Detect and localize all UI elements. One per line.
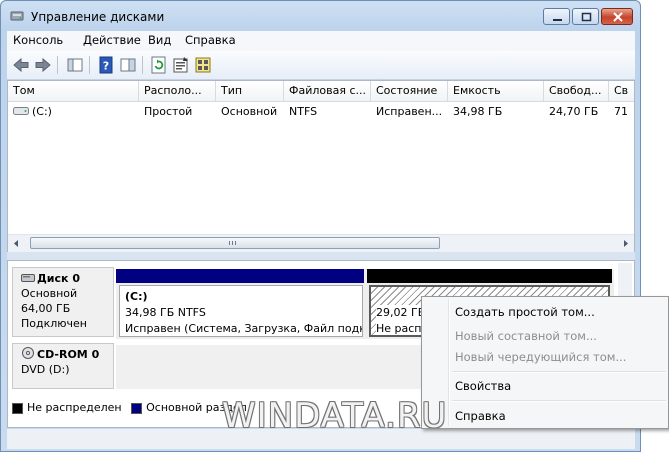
cell-free-space: 24,70 ГБ bbox=[549, 105, 599, 118]
window-title: Управление дисками bbox=[31, 10, 165, 24]
help-button[interactable]: ? bbox=[96, 55, 116, 75]
column-header-free-space[interactable]: Свобод... bbox=[544, 81, 609, 101]
menu-item-properties[interactable]: Свойства bbox=[455, 376, 511, 396]
unallocated-bar bbox=[367, 269, 612, 283]
cell-free-percent: 71 bbox=[614, 105, 628, 118]
help-icon: ? bbox=[99, 56, 113, 74]
cell-layout: Простой bbox=[144, 105, 193, 118]
show-console-tree-button[interactable] bbox=[65, 55, 85, 75]
disk-0-size: 64,00 ГБ bbox=[21, 302, 71, 315]
menu-item-new-simple-volume[interactable]: Создать простой том... bbox=[455, 302, 595, 322]
watermark: WINDATA.RU bbox=[222, 396, 448, 436]
menu-item-new-striped-volume[interactable]: Новый чередующийся том... bbox=[455, 347, 626, 367]
cell-status: Исправен... bbox=[376, 105, 443, 118]
disk-management-app-icon bbox=[10, 11, 24, 21]
column-header-volume[interactable]: Том bbox=[8, 81, 139, 101]
refresh-button[interactable] bbox=[149, 55, 169, 75]
legend-item-unallocated: Не распределен bbox=[12, 401, 122, 414]
maximize-button[interactable] bbox=[572, 8, 599, 25]
cell-capacity: 34,98 ГБ bbox=[453, 105, 503, 118]
menu-console[interactable]: Консоль bbox=[11, 33, 65, 47]
svg-text:?: ? bbox=[103, 60, 109, 73]
cdrom-0-name: CD-ROM 0 bbox=[37, 348, 100, 361]
column-header-layout[interactable]: Располо... bbox=[139, 81, 216, 101]
column-header-type[interactable]: Тип bbox=[216, 81, 284, 101]
back-arrow-icon bbox=[13, 57, 29, 73]
grip-icon bbox=[229, 241, 236, 245]
disk-icon bbox=[21, 274, 35, 282]
legend: Не распределен Основной раздел bbox=[12, 399, 247, 417]
scroll-right-icon[interactable] bbox=[617, 235, 634, 252]
minimize-button[interactable] bbox=[543, 8, 570, 25]
scrollbar-thumb[interactable] bbox=[30, 237, 440, 249]
context-menu-gutter bbox=[448, 299, 450, 426]
cell-volume-name: (C:) bbox=[32, 105, 52, 118]
maximize-icon bbox=[581, 12, 592, 22]
details-pane-icon bbox=[120, 58, 136, 72]
properties-icon bbox=[173, 57, 188, 73]
forward-arrow-icon bbox=[35, 57, 51, 73]
volume-c-detail: 34,98 ГБ NTFS bbox=[125, 306, 206, 319]
show-details-pane-button[interactable] bbox=[118, 55, 138, 75]
menu-view[interactable]: Вид bbox=[146, 33, 173, 47]
column-header-filesystem[interactable]: Файловая с... bbox=[284, 81, 371, 101]
context-menu-separator bbox=[452, 371, 666, 373]
volume-c-box[interactable]: (C:) 34,98 ГБ NTFS Исправен (Система, За… bbox=[119, 285, 363, 337]
column-header-capacity[interactable]: Емкость bbox=[448, 81, 544, 101]
cell-type: Основной bbox=[221, 105, 278, 118]
disk-0-kind: Основной bbox=[21, 287, 78, 300]
column-header-status[interactable]: Состояние bbox=[371, 81, 448, 101]
column-header-free-percent[interactable]: Св bbox=[609, 81, 634, 101]
close-icon bbox=[613, 12, 623, 22]
menu-item-help[interactable]: Справка bbox=[455, 406, 506, 426]
toolbar-separator bbox=[57, 56, 58, 74]
refresh-icon bbox=[151, 56, 166, 74]
cdrom-0-label[interactable]: CD-ROM 0 DVD (D:) bbox=[12, 343, 114, 389]
cell-filesystem: NTFS bbox=[289, 105, 318, 118]
menu-item-new-spanned-volume[interactable]: Новый составной том... bbox=[455, 326, 597, 346]
toolbar-separator bbox=[142, 56, 143, 74]
cdrom-0-kind: DVD (D:) bbox=[21, 363, 70, 376]
scroll-left-icon[interactable] bbox=[8, 235, 25, 252]
legend-label-unallocated: Не распределен bbox=[27, 401, 122, 414]
toolbar-separator bbox=[89, 56, 90, 74]
volume-c-bar bbox=[116, 269, 364, 283]
minimize-icon bbox=[553, 19, 562, 21]
menu-action[interactable]: Действие bbox=[81, 33, 143, 47]
drive-icon bbox=[13, 107, 29, 115]
properties-button[interactable] bbox=[171, 55, 191, 75]
cell-volume: (C:) bbox=[8, 103, 139, 121]
context-menu-separator bbox=[452, 400, 666, 402]
forward-button[interactable] bbox=[33, 55, 53, 75]
volume-c-label: (C:) bbox=[125, 290, 148, 303]
volume-list: Том Располо... Тип Файловая с... Состоян… bbox=[7, 80, 635, 252]
back-button[interactable] bbox=[11, 55, 31, 75]
rescan-disks-icon bbox=[195, 57, 211, 73]
cdrom-icon bbox=[22, 347, 34, 359]
volume-c-status: Исправен (Система, Загрузка, Файл подкач… bbox=[125, 322, 362, 335]
close-button[interactable] bbox=[601, 8, 633, 25]
disk-0-label[interactable]: Диск 0 Основной 64,00 ГБ Подключен bbox=[12, 267, 114, 337]
legend-swatch-primary bbox=[131, 402, 143, 414]
rescan-disks-button[interactable] bbox=[193, 55, 213, 75]
unallocated-size: 29,02 ГБ bbox=[376, 305, 426, 321]
toolbar: ? bbox=[7, 51, 635, 80]
volume-list-header: Том Располо... Тип Файловая с... Состоян… bbox=[8, 81, 634, 102]
horizontal-scrollbar[interactable] bbox=[8, 234, 634, 252]
menu-help[interactable]: Справка bbox=[183, 33, 238, 47]
disk-0-name: Диск 0 bbox=[37, 272, 80, 285]
title-bar[interactable]: Управление дисками bbox=[1, 1, 640, 31]
pane-splitter[interactable] bbox=[7, 252, 635, 260]
menu-bar: Консоль Действие Вид Справка bbox=[7, 31, 635, 51]
legend-swatch-unallocated bbox=[12, 402, 23, 414]
context-menu: Создать простой том... Новый составной т… bbox=[421, 296, 669, 429]
console-tree-icon bbox=[67, 58, 83, 72]
table-row[interactable]: (C:) Простой Основной NTFS Исправен... 3… bbox=[8, 103, 634, 121]
disk-0-state: Подключен bbox=[21, 317, 87, 330]
